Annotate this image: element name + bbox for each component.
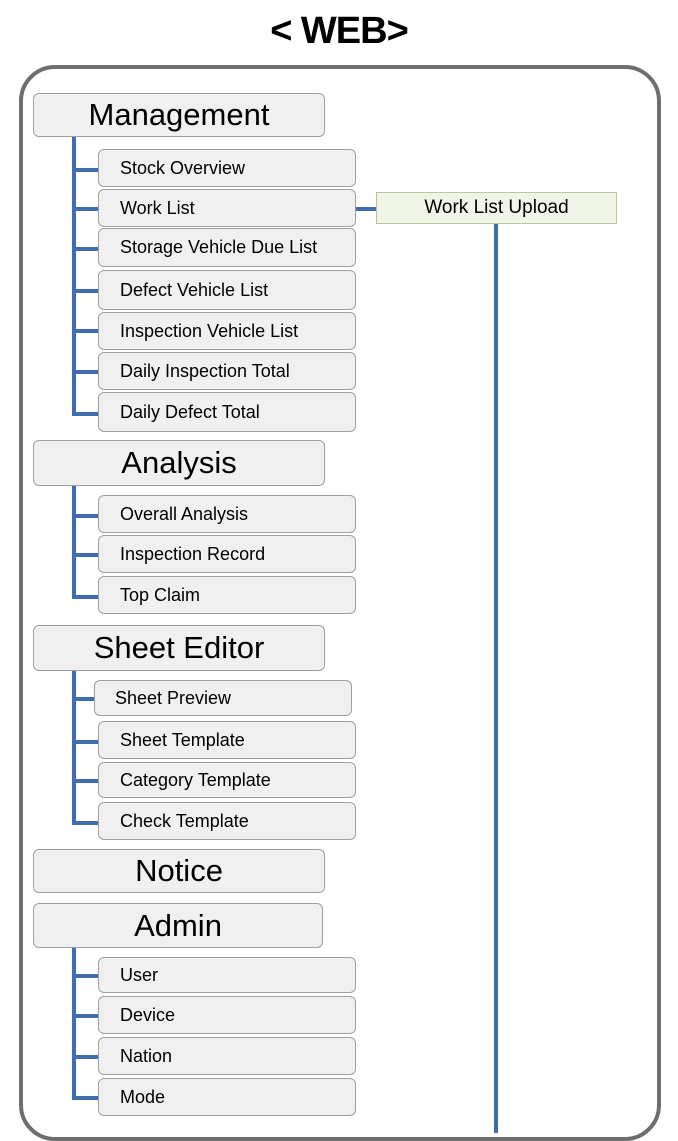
node-inspection-vehicle-list: Inspection Vehicle List — [98, 312, 356, 350]
category-notice: Notice — [33, 849, 325, 893]
node-sheet-preview: Sheet Preview — [94, 680, 352, 716]
node-inspection-record: Inspection Record — [98, 535, 356, 573]
node-defect-vehicle-list: Defect Vehicle List — [98, 270, 356, 310]
sheet-editor-connector — [72, 670, 76, 825]
node-daily-inspection-total: Daily Inspection Total — [98, 352, 356, 390]
connector-tick — [72, 168, 100, 172]
connector-tick — [72, 412, 100, 416]
node-check-template: Check Template — [98, 802, 356, 840]
connector-tick — [72, 974, 100, 978]
admin-connector — [72, 947, 76, 1099]
node-work-list: Work List — [98, 189, 356, 227]
work-list-upload-drop-line — [494, 223, 498, 1133]
connector-tick — [72, 740, 100, 744]
analysis-connector — [72, 485, 76, 598]
category-sheet-editor: Sheet Editor — [33, 625, 325, 671]
connector-tick — [72, 779, 100, 783]
node-work-list-upload: Work List Upload — [376, 192, 617, 224]
node-mode: Mode — [98, 1078, 356, 1116]
node-stock-overview: Stock Overview — [98, 149, 356, 187]
node-top-claim: Top Claim — [98, 576, 356, 614]
connector-tick — [72, 247, 100, 251]
connector-tick — [72, 1055, 100, 1059]
node-daily-defect-total: Daily Defect Total — [98, 392, 356, 432]
connector-tick — [72, 697, 96, 701]
node-storage-vehicle-due-list: Storage Vehicle Due List — [98, 228, 356, 267]
management-connector — [72, 136, 76, 416]
node-overall-analysis: Overall Analysis — [98, 495, 356, 533]
node-user: User — [98, 957, 356, 993]
connector-tick — [72, 1014, 100, 1018]
connector-tick — [72, 370, 100, 374]
connector-tick — [72, 289, 100, 293]
connector-tick — [72, 1096, 100, 1100]
work-list-upload-connector — [356, 207, 376, 211]
node-device: Device — [98, 996, 356, 1034]
connector-tick — [72, 329, 100, 333]
category-analysis: Analysis — [33, 440, 325, 486]
connector-tick — [72, 595, 100, 599]
diagram-title: < WEB> — [270, 10, 409, 52]
node-category-template: Category Template — [98, 762, 356, 798]
connector-tick — [72, 514, 100, 518]
category-admin: Admin — [33, 903, 323, 948]
node-sheet-template: Sheet Template — [98, 721, 356, 759]
connector-tick — [72, 207, 100, 211]
node-nation: Nation — [98, 1037, 356, 1075]
category-management: Management — [33, 93, 325, 137]
connector-tick — [72, 553, 100, 557]
connector-tick — [72, 821, 100, 825]
